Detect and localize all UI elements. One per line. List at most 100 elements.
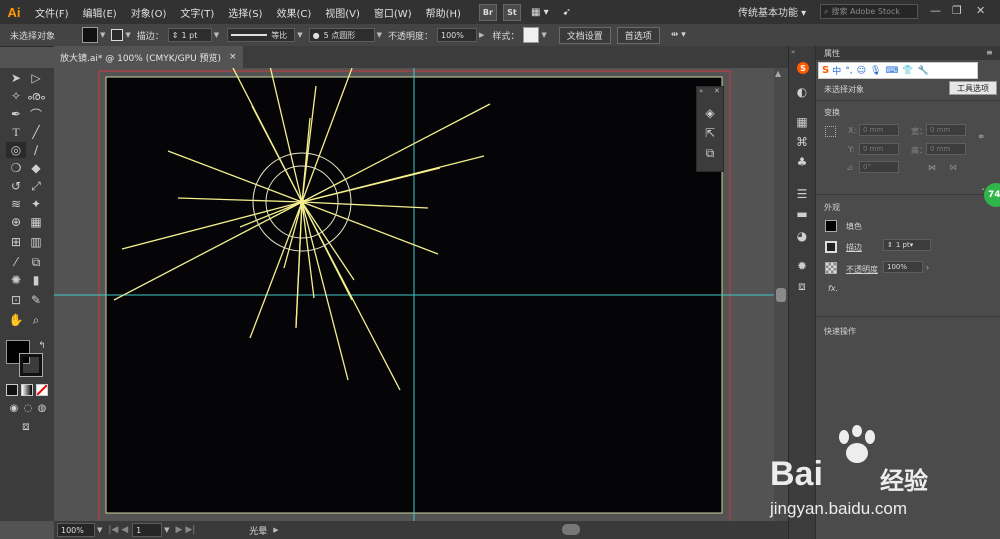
chevron-right-icon[interactable]: ▶: [479, 31, 484, 39]
stroke-weight-field[interactable]: ⇕ 1 pt: [167, 28, 212, 42]
menu-effect[interactable]: 效果(C): [269, 5, 318, 20]
appearance-fill-swatch[interactable]: [825, 220, 837, 232]
artboard-svg[interactable]: [54, 68, 774, 521]
ime-mode-label[interactable]: 中: [832, 64, 841, 77]
type-tool-icon[interactable]: T: [8, 124, 24, 140]
close-panel-icon[interactable]: ✕: [714, 87, 720, 95]
minimize-icon[interactable]: —: [930, 4, 941, 17]
export-asset-icon[interactable]: ⇱: [702, 125, 718, 141]
menu-file[interactable]: 文件(F): [28, 5, 76, 20]
chevron-right-icon[interactable]: ▶: [273, 526, 278, 534]
stepper-icon[interactable]: ⇕: [172, 31, 179, 40]
maximize-icon[interactable]: ❐: [952, 4, 962, 17]
eyedropper-tool-icon[interactable]: ⁄: [8, 254, 24, 270]
swap-colors-icon[interactable]: ↰: [34, 338, 50, 354]
magic-wand-tool-icon[interactable]: ✧: [8, 88, 24, 104]
scale-tool-icon[interactable]: ⤢: [28, 178, 44, 194]
eraser-tool-icon[interactable]: ◆: [28, 160, 44, 176]
column-graph-tool-icon[interactable]: ▮: [28, 272, 44, 288]
canvas-area[interactable]: [54, 68, 774, 521]
slice-tool-icon[interactable]: ✎: [28, 292, 44, 308]
horizontal-scroll-thumb[interactable]: [562, 524, 580, 535]
stroke-weight-field[interactable]: ⇕ 1 pt ▾: [883, 239, 931, 251]
arrange-documents-icon[interactable]: ▦ ▾: [524, 7, 556, 18]
opacity-label[interactable]: 不透明度：: [388, 29, 433, 42]
ime-punctuation-icon[interactable]: °,: [845, 66, 852, 76]
menu-help[interactable]: 帮助(H): [419, 5, 468, 20]
first-page-icon[interactable]: |◀ ◀: [108, 525, 128, 535]
transparency-icon[interactable]: ◕: [794, 228, 810, 244]
paintbrush-tool-icon[interactable]: ∕: [28, 142, 44, 158]
y-field[interactable]: 0 mm: [859, 143, 899, 155]
ime-skin-icon[interactable]: 👕: [902, 66, 913, 76]
menu-object[interactable]: 对象(O): [124, 5, 174, 20]
artboards-icon[interactable]: ⧉: [702, 145, 718, 161]
opacity-label[interactable]: 不透明度: [846, 264, 878, 275]
gradient-panel-icon[interactable]: ▬: [794, 206, 810, 222]
properties-tab[interactable]: 属性: [824, 48, 840, 59]
collapse-strip-icon[interactable]: »: [791, 48, 795, 56]
x-field[interactable]: 0 mm: [859, 124, 899, 136]
chevron-down-icon[interactable]: ▼: [377, 31, 382, 39]
ime-tools-icon[interactable]: 🔧: [918, 66, 929, 76]
gradient-tool-icon[interactable]: ▥: [28, 234, 44, 250]
ime-keyboard-icon[interactable]: ⌨: [885, 66, 898, 76]
constrain-proportions-icon[interactable]: ⚭: [977, 132, 985, 143]
flip-horizontal-icon[interactable]: ⋈: [928, 163, 936, 172]
stroke-swatch[interactable]: [111, 29, 124, 41]
menu-type[interactable]: 文字(T): [173, 5, 221, 20]
selection-tool-icon[interactable]: ➤: [8, 70, 24, 86]
artboard-page-field[interactable]: 1: [132, 523, 163, 537]
layers-icon[interactable]: ◈: [702, 105, 718, 121]
curvature-tool-icon[interactable]: ⌒: [28, 106, 44, 122]
collapse-panel-icon[interactable]: »: [699, 87, 703, 95]
puppet-warp-tool-icon[interactable]: ✦: [28, 196, 44, 212]
lasso-tool-icon[interactable]: ൟ: [27, 88, 45, 104]
chevron-down-icon[interactable]: ▼: [541, 31, 546, 39]
opacity-field[interactable]: 100%: [436, 28, 477, 42]
fill-swatch[interactable]: [82, 27, 98, 43]
blend-tool-icon[interactable]: ⧉: [28, 254, 44, 270]
stock-button[interactable]: St: [502, 3, 521, 21]
chevron-down-icon[interactable]: ▼: [297, 31, 302, 39]
chevron-down-icon[interactable]: ▼: [214, 31, 219, 39]
line-tool-icon[interactable]: ╱: [28, 124, 44, 140]
symbol-sprayer-tool-icon[interactable]: ✺: [8, 272, 24, 288]
zoom-tool-icon[interactable]: ⌕: [28, 312, 44, 328]
chevron-down-icon[interactable]: ▼: [164, 526, 169, 534]
close-tab-icon[interactable]: ×: [229, 52, 237, 62]
stroke-panel-icon[interactable]: ☰: [794, 186, 810, 202]
fx-button[interactable]: fx.: [828, 284, 838, 293]
graphic-style-swatch[interactable]: [523, 27, 540, 43]
stepper-icon[interactable]: ⇕: [887, 241, 893, 249]
rotate-angle-field[interactable]: 0°: [859, 161, 899, 173]
align-options-icon[interactable]: ⇹ ▾: [671, 30, 686, 40]
symbols-icon[interactable]: ♣: [794, 154, 810, 170]
shape-builder-tool-icon[interactable]: ⊕: [8, 214, 24, 230]
appearance-stroke-swatch[interactable]: [825, 241, 837, 253]
rotate-tool-icon[interactable]: ↺: [8, 178, 24, 194]
close-window-icon[interactable]: ✕: [976, 4, 985, 17]
width-tool-icon[interactable]: ≋: [8, 196, 24, 212]
stroke-color-box[interactable]: [19, 353, 43, 377]
chevron-down-icon[interactable]: ▼: [97, 526, 102, 534]
vertical-scroll-thumb[interactable]: [776, 288, 786, 302]
swatches-icon[interactable]: ▦: [794, 114, 810, 130]
appearance-icon[interactable]: ✹: [794, 258, 810, 274]
shaper-tool-icon[interactable]: ❍: [8, 160, 24, 176]
chevron-right-icon[interactable]: ›: [926, 263, 929, 272]
none-mode-icon[interactable]: [36, 384, 48, 396]
color-mode-icon[interactable]: [6, 384, 18, 396]
panel-menu-icon[interactable]: ≡: [986, 48, 993, 57]
preferences-button[interactable]: 首选项: [616, 26, 660, 44]
mesh-tool-icon[interactable]: ⊞: [8, 234, 24, 250]
draw-inside-icon[interactable]: ◍: [34, 400, 50, 416]
height-field[interactable]: 0 mm: [926, 143, 966, 155]
variable-width-profile[interactable]: 等比: [227, 28, 296, 42]
pen-tool-icon[interactable]: ✒: [8, 106, 24, 122]
search-stock-input[interactable]: ⌕ 搜索 Adobe Stock: [820, 4, 918, 19]
menu-select[interactable]: 选择(S): [221, 5, 269, 20]
color-guide-icon[interactable]: ◐: [794, 84, 810, 100]
ime-emoji-icon[interactable]: ☺: [857, 66, 866, 76]
zoom-field[interactable]: 100%: [57, 523, 95, 537]
